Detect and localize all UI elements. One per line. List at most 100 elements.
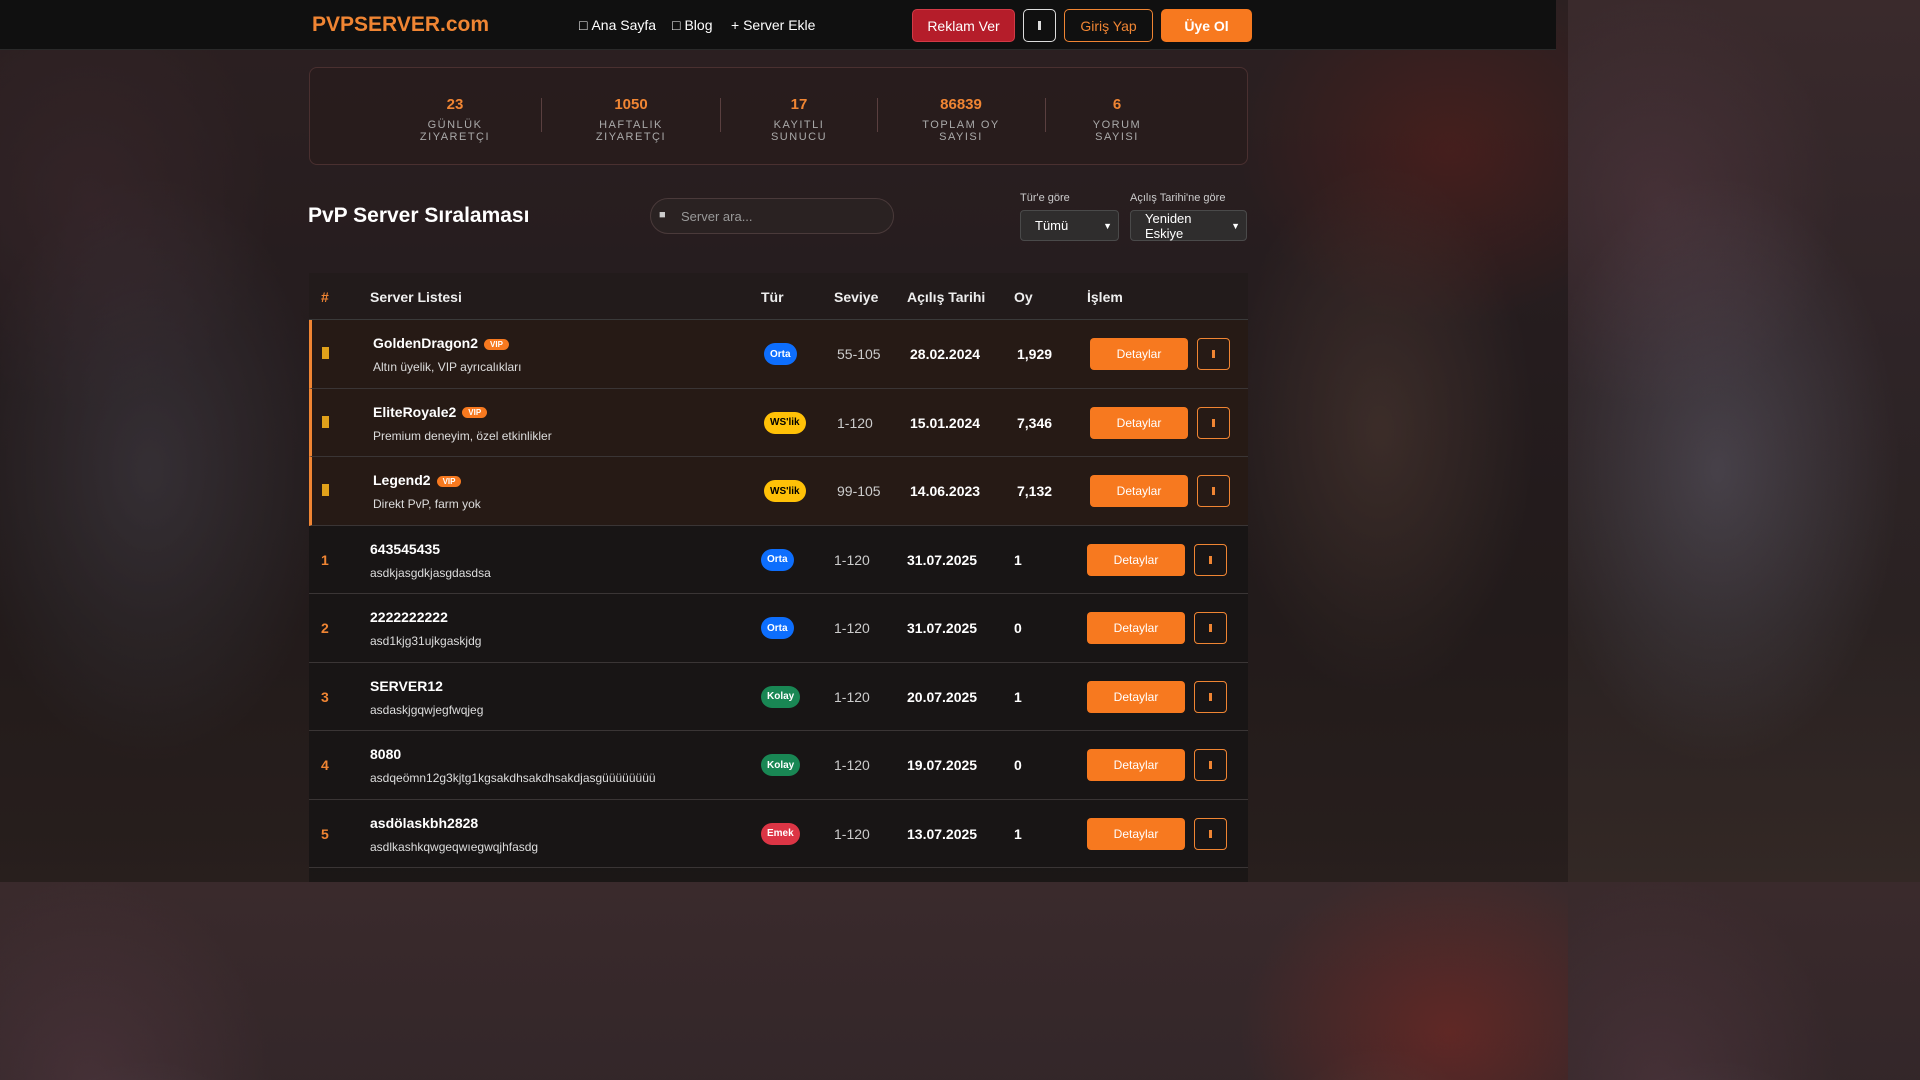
server-name[interactable]: EliteRoyale2 VIP [373,403,488,420]
server-name[interactable]: 643545435 [370,541,440,557]
vote-button[interactable] [1194,543,1227,576]
vip-server-row: GoldenDragon2 VIP Altın üyelik, VIP ayrıca… [309,320,1248,389]
signup-button[interactable]: Üye Ol [1161,9,1252,42]
vote-button[interactable] [1194,680,1227,713]
details-button[interactable]: Detaylar [1087,749,1185,781]
type-badge: WS'lik [764,480,806,502]
filter-date-label: Açılış Tarihi'ne göre [1130,192,1226,204]
nav-link-label: Ana Sayfa [591,17,657,33]
vote-count: 0 [1014,757,1022,773]
stat-value: 86839 [940,96,982,113]
type-badge: Orta [764,343,797,365]
vote-button[interactable] [1197,475,1230,507]
site-logo[interactable]: PVPSERVER.com [312,13,489,37]
search-icon: ■ [659,209,666,221]
stat-value: 6 [1112,96,1122,113]
stat-label: Haftalık Ziyaretçi [595,119,667,143]
opening-date: 19.07.2025 [907,757,978,773]
nav-link-label: Blog [684,17,713,33]
stat-label: Kayıtlı Sunucu [770,119,828,143]
advertise-button[interactable]: Reklam Ver [912,9,1015,42]
server-name[interactable]: 2222222222 [370,609,448,625]
opening-date: 13.07.2025 [907,825,978,842]
login-button[interactable]: Giriş Yap [1064,9,1153,42]
stat-divider [1045,98,1046,132]
level-range: 1-120 [834,620,870,636]
stat-weekly-visitors: 1050 Haftalık Ziyaretçi [566,96,696,143]
filter-type-select[interactable]: Tümü ▼ [1020,210,1119,241]
rank-number: 2 [321,620,329,636]
server-name-text: SERVER12 [370,677,443,694]
details-button[interactable]: Detaylar [1090,475,1188,507]
col-rank-header: # [321,289,329,305]
server-description: asdqeömn12g3kjtg1kgsakdhsakdhsakdjasgüüü… [370,771,656,785]
home-icon: □ [579,17,588,33]
table-row: 5 asdölaskbh2828 asdlkashkqwgeqwıegwqjhfas… [309,799,1248,868]
details-button[interactable]: Detaylar [1087,612,1185,644]
vote-icon [1212,350,1215,358]
nav-link-home[interactable]: □ Ana Sayfa [579,17,656,33]
col-type-header: Tür [761,289,784,305]
nav-link-blog[interactable]: □ Blog [672,17,713,33]
server-name[interactable]: GoldenDragon2 VIP [373,335,509,351]
stats-panel: 23 Günlük Ziyaretçi 1050 Haftalık Ziyare… [309,67,1248,165]
server-description: Altın üyelik, VIP ayrıcalıkları [373,360,522,374]
vote-count: 1 [1014,825,1022,842]
details-button[interactable]: Detaylar [1090,338,1188,370]
stat-value: 1050 [614,96,648,113]
nav-link-add-server[interactable]: + Server Ekle [731,17,815,33]
level-range: 1-120 [834,551,870,568]
opening-date: 31.07.2025 [907,551,978,568]
opening-date: 14.06.2023 [910,483,981,499]
stat-label: Günlük Ziyaretçi [419,119,491,143]
vote-button[interactable] [1197,338,1230,370]
server-name-text: asdölaskbh2828 [370,814,479,831]
server-description: asdlkashkqwgeqwıegwqjhfasdg [370,839,539,854]
col-server-header: Server Listesi [370,289,462,305]
vote-button[interactable] [1194,612,1227,644]
vip-badge: VIP [462,407,488,419]
stat-total-votes: 86839 Toplam Oy Sayısı [902,96,1020,143]
vip-server-row: Legend2 VIP Direkt PvP, farm yok WS'lik 99-1… [309,457,1248,526]
filter-date-value: Yeniden Eskiye [1145,210,1192,241]
server-name-text: EliteRoyale2 [373,403,457,420]
theme-toggle-button[interactable] [1023,9,1056,42]
vip-server-row: EliteRoyale2 VIP Premium deneyim, özel etk… [309,388,1248,457]
vote-button[interactable] [1194,749,1227,781]
search-input[interactable] [681,199,881,233]
stat-divider [541,98,542,132]
server-name[interactable]: asdölaskbh2828 [370,815,478,831]
search-box[interactable]: ■ [650,198,894,234]
rank-number: 5 [321,825,329,842]
table-row: 2 2222222222 asd1kjg31ujkgaskjdg Orta 1-120 3… [309,594,1248,663]
page-title: PvP Server Sıralaması [308,204,530,227]
vote-count: 1 [1014,551,1022,568]
server-name[interactable]: 8080 [370,746,401,762]
opening-date: 20.07.2025 [907,688,978,705]
server-name[interactable]: SERVER12 [370,678,443,694]
vote-icon [1209,692,1212,701]
details-button[interactable]: Detaylar [1087,680,1185,713]
server-name[interactable]: Legend2 VIP [373,472,462,488]
blog-icon: □ [672,17,681,33]
vip-badge: VIP [484,338,509,350]
details-button[interactable]: Detaylar [1087,543,1185,576]
vote-button[interactable] [1197,406,1230,439]
vote-count: 1 [1014,688,1022,705]
col-action-header: İşlem [1087,289,1123,305]
vote-count: 7,132 [1017,483,1053,499]
filter-date-select[interactable]: Yeniden Eskiye ▼ [1130,210,1247,241]
details-button[interactable]: Detaylar [1090,406,1188,439]
type-badge: Orta [761,548,794,571]
stat-comments: 6 Yorum Sayısı [1072,96,1162,143]
server-table: # Server Listesi Tür Seviye Açılış Tarih… [309,273,1248,882]
rank-number: 1 [321,551,329,568]
type-badge: Orta [761,617,794,639]
server-name-text: 8080 [370,746,402,762]
vote-button[interactable] [1194,817,1227,850]
level-range: 99-105 [837,483,881,499]
type-badge: Emek [761,822,800,845]
vote-icon [1209,829,1212,838]
details-button[interactable]: Detaylar [1087,817,1185,850]
filter-type-value: Tümü [1035,218,1069,233]
